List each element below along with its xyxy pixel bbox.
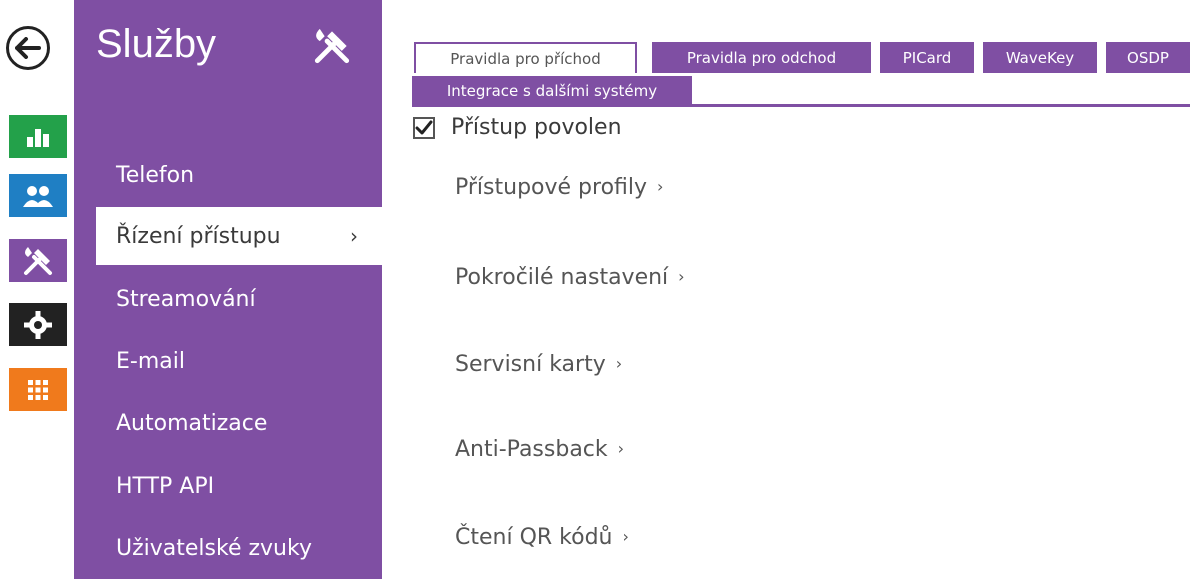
access-enabled-checkbox[interactable] — [413, 116, 435, 139]
tab-label: Pravidla pro odchod — [686, 48, 837, 67]
services-tools-icon — [310, 24, 354, 72]
menu-item-email[interactable]: E-mail — [74, 332, 382, 390]
menu-item-streamovani[interactable]: Streamování — [74, 270, 382, 328]
link-label: Čtení QR kódů — [455, 525, 613, 550]
menu-item-label: Telefon — [116, 162, 195, 188]
menu-item-label: HTTP API — [116, 473, 215, 499]
tab-label: PICard — [902, 48, 952, 67]
back-arrow-icon[interactable] — [6, 26, 50, 70]
chevron-right-icon: › — [617, 439, 625, 458]
link-label: Přístupové profily — [455, 175, 648, 200]
tab-wavekey[interactable]: WaveKey — [983, 42, 1097, 73]
menu-item-label: Streamování — [116, 286, 256, 312]
status-chart-icon[interactable] — [9, 115, 67, 158]
chevron-right-icon: › — [350, 224, 358, 248]
tab-picard[interactable]: PICard — [880, 42, 974, 73]
system-grid-icon[interactable] — [9, 368, 67, 411]
menu-title: Služby — [96, 22, 217, 66]
link-label: Pokročilé nastavení — [455, 265, 669, 290]
menu-item-uzivatelske-zvuky[interactable]: Uživatelské zvuky — [74, 519, 382, 577]
tab-label: OSDP — [1127, 48, 1169, 67]
tab-integrace[interactable]: Integrace s dalšími systémy — [412, 76, 692, 106]
link-pokrocile-nastaveni[interactable]: Pokročilé nastavení › — [455, 265, 685, 290]
menu-item-rizeni-pristupu[interactable]: Řízení přístupu › — [96, 207, 382, 265]
link-cteni-qr-kodu[interactable]: Čtení QR kódů › — [455, 525, 629, 550]
menu-item-label: Řízení přístupu — [116, 223, 281, 249]
access-enabled-label: Přístup povolen — [451, 115, 622, 140]
link-label: Servisní karty — [455, 352, 606, 377]
tab-label: WaveKey — [1005, 48, 1075, 67]
chevron-right-icon: › — [622, 527, 629, 546]
access-enabled-checkbox-row[interactable]: Přístup povolen — [413, 115, 622, 140]
tab-label: Pravidla pro příchod — [450, 49, 601, 68]
link-label: Anti-Passback — [455, 437, 608, 462]
tab-underline — [412, 104, 1190, 107]
link-servisni-karty[interactable]: Servisní karty › — [455, 352, 622, 377]
menu-item-http-api[interactable]: HTTP API — [74, 457, 382, 515]
icon-rail — [0, 0, 74, 579]
tab-pravidla-pro-prichod[interactable]: Pravidla pro příchod — [414, 42, 637, 73]
menu-item-label: Uživatelské zvuky — [116, 535, 312, 561]
tab-label: Integrace s dalšími systémy — [446, 82, 658, 100]
tab-pravidla-pro-odchod[interactable]: Pravidla pro odchod — [652, 42, 871, 73]
chevron-right-icon: › — [678, 267, 685, 286]
directory-users-icon[interactable] — [9, 174, 67, 217]
services-menu: Služby Telefon Řízení přístupu › Streamo… — [74, 0, 382, 579]
menu-item-label: Automatizace — [116, 410, 268, 436]
hardware-gear-icon[interactable] — [9, 303, 67, 346]
chevron-right-icon: › — [615, 354, 623, 373]
link-pristupove-profily[interactable]: Přístupové profily › — [455, 175, 663, 200]
menu-item-automatizace[interactable]: Automatizace — [74, 394, 382, 452]
services-tools-icon[interactable] — [9, 239, 67, 282]
link-anti-passback[interactable]: Anti-Passback › — [455, 437, 624, 462]
checkmark-icon — [415, 120, 433, 134]
chevron-right-icon: › — [657, 177, 664, 196]
menu-item-telefon[interactable]: Telefon — [74, 146, 382, 204]
menu-item-label: E-mail — [116, 348, 185, 374]
tab-osdp[interactable]: OSDP — [1106, 42, 1190, 73]
